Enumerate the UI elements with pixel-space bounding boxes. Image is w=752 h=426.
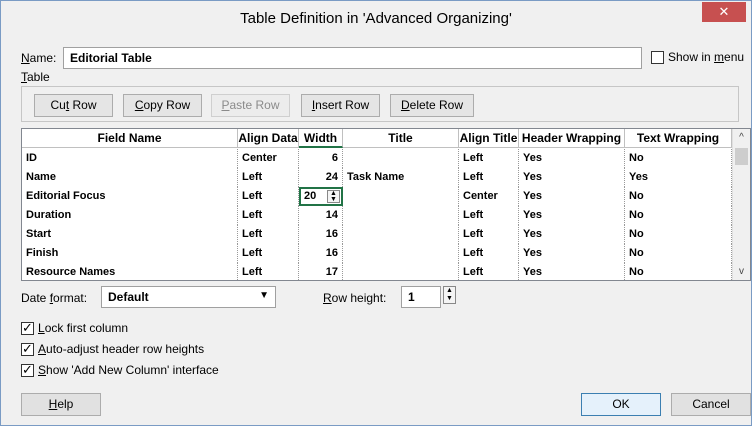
grid-cell-text-wrapping[interactable]: No: [625, 187, 732, 206]
grid-cell-header-wrapping[interactable]: Yes: [519, 263, 625, 280]
scroll-up-icon[interactable]: ^: [733, 129, 750, 146]
grid-cell-header-wrapping[interactable]: Yes: [519, 168, 625, 187]
column-header-title[interactable]: Title: [343, 129, 459, 148]
grid-cell-title[interactable]: [343, 187, 459, 206]
grid-cell-header-wrapping[interactable]: Yes: [519, 206, 625, 225]
grid-cell-align-title[interactable]: Center: [459, 187, 519, 206]
grid-cell-field-name[interactable]: Editorial Focus: [22, 187, 238, 206]
close-icon[interactable]: ✕: [719, 4, 730, 19]
vertical-scrollbar[interactable]: ^ v: [732, 129, 750, 280]
grid-cell-align-data[interactable]: Left: [238, 168, 299, 187]
show-in-menu-label[interactable]: Show in menu: [668, 50, 744, 64]
name-input[interactable]: Editorial Table: [63, 47, 642, 69]
grid-cell-align-data[interactable]: Left: [238, 225, 299, 244]
lock-first-column-label[interactable]: Lock first column: [38, 321, 128, 335]
grid-cell-align-title[interactable]: Left: [459, 225, 519, 244]
grid-cell-header-wrapping[interactable]: Yes: [519, 225, 625, 244]
table-definition-dialog: Table Definition in 'Advanced Organizing…: [0, 0, 752, 426]
grid-cell-title[interactable]: [343, 263, 459, 280]
grid-cell-text-wrapping[interactable]: Yes: [625, 168, 732, 187]
grid-cell-field-name[interactable]: Resource Names: [22, 263, 238, 280]
delete-row-button[interactable]: Delete Row: [390, 94, 474, 117]
grid-cell-align-title[interactable]: Left: [459, 244, 519, 263]
grid-cell-header-wrapping[interactable]: Yes: [519, 244, 625, 263]
row-height-label: Row height:: [323, 291, 387, 305]
column-header-align-data[interactable]: Align Data: [238, 129, 299, 148]
grid-content: Field Name Align Data Width Title Align Titl…: [22, 129, 732, 280]
help-button[interactable]: Help: [21, 393, 101, 416]
ok-button[interactable]: OK: [581, 393, 661, 416]
grid-cell-title[interactable]: [343, 244, 459, 263]
grid-cell-width[interactable]: 24: [299, 168, 343, 187]
auto-adjust-label[interactable]: Auto-adjust header row heights: [38, 342, 204, 356]
grid-cell-title[interactable]: Task Name: [343, 168, 459, 187]
grid-cell-title[interactable]: [343, 206, 459, 225]
show-in-menu-checkbox[interactable]: [651, 51, 664, 64]
column-header-header-wrapping[interactable]: Header Wrapping: [519, 129, 625, 148]
spin-icon[interactable]: ▲ ▼: [327, 190, 340, 203]
grid-cell-align-title[interactable]: Left: [459, 168, 519, 187]
column-header-text-wrapping[interactable]: Text Wrapping: [625, 129, 732, 148]
paste-row-button[interactable]: Paste Row: [211, 94, 290, 117]
grid-cell-header-wrapping[interactable]: Yes: [519, 149, 625, 168]
date-format-select[interactable]: Default ▼: [101, 286, 276, 308]
column-header-field-name[interactable]: Field Name: [22, 129, 238, 148]
cut-row-button[interactable]: Cut Row: [34, 94, 113, 117]
grid-cell-width[interactable]: 16: [299, 225, 343, 244]
grid-cell-width[interactable]: 17: [299, 263, 343, 280]
grid-cell-align-title[interactable]: Left: [459, 263, 519, 280]
grid-cell-field-name[interactable]: ID: [22, 149, 238, 168]
grid-cell-align-data[interactable]: Left: [238, 263, 299, 280]
field-grid[interactable]: Field Name Align Data Width Title Align Titl…: [21, 128, 751, 281]
title-bar: Table Definition in 'Advanced Organizing…: [1, 1, 751, 39]
window-title: Table Definition in 'Advanced Organizing…: [240, 10, 512, 27]
grid-cell-text-wrapping[interactable]: No: [625, 149, 732, 168]
name-label: Name:: [21, 51, 57, 65]
scroll-thumb[interactable]: [735, 148, 748, 165]
date-format-label: Date format:: [21, 291, 88, 305]
row-height-input[interactable]: 1: [401, 286, 441, 308]
column-header-width[interactable]: Width: [299, 129, 343, 148]
grid-cell-align-data[interactable]: Left: [238, 187, 299, 206]
grid-cell-text-wrapping[interactable]: No: [625, 244, 732, 263]
dropdown-arrow-icon: ▼: [259, 290, 269, 301]
row-height-spin-icon[interactable]: ▲ ▼: [443, 286, 456, 304]
grid-cell-width[interactable]: 14: [299, 206, 343, 225]
row-toolbar: Cut Row Copy Row Paste Row Insert Row De…: [21, 86, 739, 122]
copy-row-button[interactable]: Copy Row: [123, 94, 202, 117]
width-edit-cell[interactable]: 20 ▲ ▼: [299, 187, 343, 206]
grid-cell-title[interactable]: [343, 225, 459, 244]
show-add-column-label[interactable]: Show 'Add New Column' interface: [38, 363, 219, 377]
cancel-button[interactable]: Cancel: [671, 393, 751, 416]
width-edit-value[interactable]: 20: [304, 190, 316, 202]
grid-cell-align-data[interactable]: Left: [238, 206, 299, 225]
grid-cell-title[interactable]: [343, 149, 459, 168]
grid-cell-align-data[interactable]: Center: [238, 149, 299, 168]
grid-cell-header-wrapping[interactable]: Yes: [519, 187, 625, 206]
grid-cell-field-name[interactable]: Finish: [22, 244, 238, 263]
grid-cell-width[interactable]: 16: [299, 244, 343, 263]
grid-cell-field-name[interactable]: Name: [22, 168, 238, 187]
auto-adjust-checkbox[interactable]: [21, 341, 34, 357]
grid-cell-field-name[interactable]: Start: [22, 225, 238, 244]
grid-cell-align-title[interactable]: Left: [459, 206, 519, 225]
column-header-align-title[interactable]: Align Title: [459, 129, 519, 148]
grid-cell-width[interactable]: 6: [299, 149, 343, 168]
grid-cell-text-wrapping[interactable]: No: [625, 225, 732, 244]
row-height-value: 1: [408, 290, 415, 304]
table-section-label: Table: [21, 70, 50, 84]
insert-row-button[interactable]: Insert Row: [301, 94, 380, 117]
close-button[interactable]: ✕: [702, 2, 746, 22]
grid-cell-align-title[interactable]: Left: [459, 149, 519, 168]
grid-cell-align-data[interactable]: Left: [238, 244, 299, 263]
show-add-column-checkbox[interactable]: [21, 362, 34, 378]
lock-first-column-checkbox[interactable]: [21, 320, 34, 336]
grid-cell-field-name[interactable]: Duration: [22, 206, 238, 225]
grid-cell-text-wrapping[interactable]: No: [625, 263, 732, 280]
grid-cell-text-wrapping[interactable]: No: [625, 206, 732, 225]
date-format-value: Default: [108, 290, 149, 304]
scroll-down-icon[interactable]: v: [733, 263, 750, 280]
